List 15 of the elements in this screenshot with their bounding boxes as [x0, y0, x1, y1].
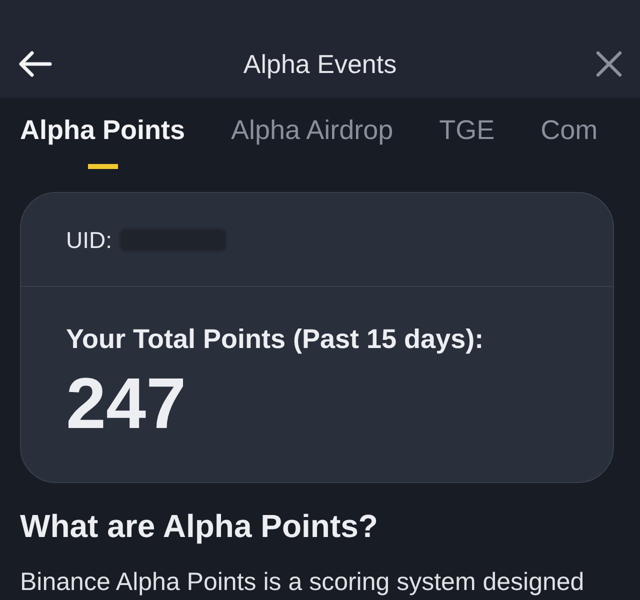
total-points-label: Your Total Points (Past 15 days): — [66, 324, 484, 354]
close-icon — [596, 51, 622, 77]
back-arrow-icon — [18, 51, 52, 77]
uid-label: UID: — [66, 226, 112, 252]
section-heading: What are Alpha Points? — [20, 509, 378, 543]
tab[interactable]: Alpha Points — [20, 115, 186, 169]
back-button[interactable] — [18, 51, 52, 77]
section-body: Binance Alpha Points is a scoring system designed — [20, 567, 584, 597]
tab[interactable]: Com — [540, 115, 598, 145]
page-title: Alpha Events — [243, 49, 397, 79]
active-tab-indicator — [88, 164, 118, 169]
tab[interactable]: TGE — [439, 115, 495, 145]
tab[interactable]: Alpha Airdrop — [231, 115, 394, 145]
total-points-value: 247 — [66, 368, 186, 440]
close-button[interactable] — [596, 51, 622, 77]
